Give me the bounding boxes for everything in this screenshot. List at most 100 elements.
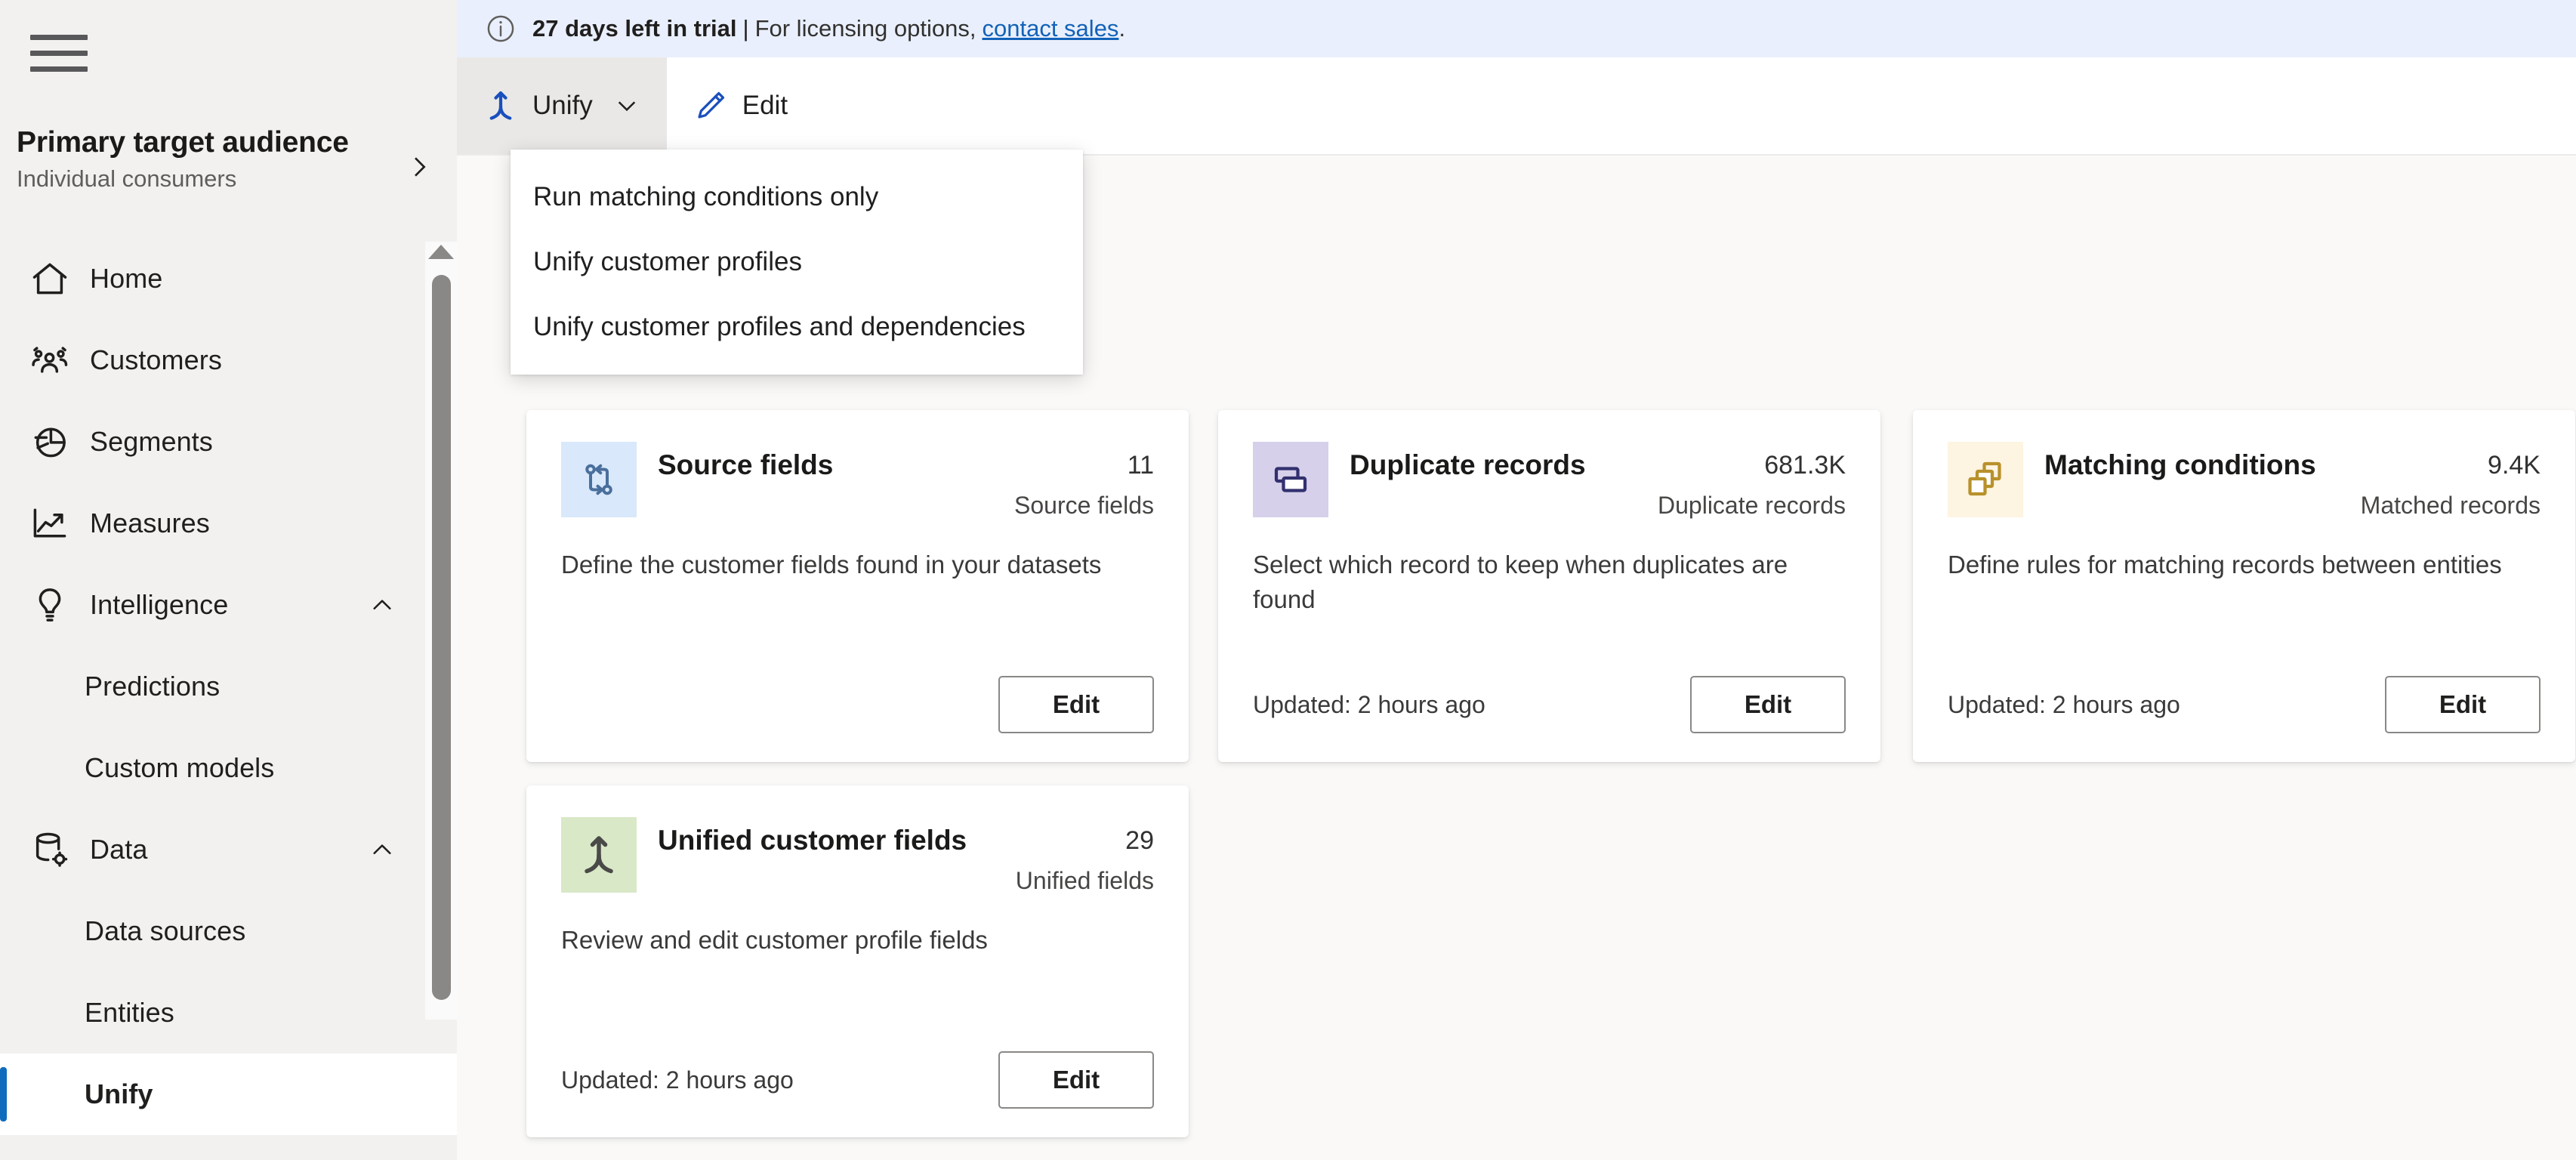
card-description: Define rules for matching records betwee… [1948,551,2502,578]
sidebar-item-entities[interactable]: Entities [0,972,457,1054]
card-header: Duplicate records 681.3K Duplicate records [1253,442,1846,525]
card-header: Source fields 11 Source fields [561,442,1154,525]
pie-chart-icon [26,418,73,465]
sidebar-item-label: Home [90,263,163,294]
people-icon [26,337,73,384]
card-description: Define the customer fields found in your… [561,551,1102,578]
lightbulb-icon [26,582,73,628]
card-metric: 11 Source fields [1014,442,1154,525]
card-metric-label: Matched records [2360,492,2541,519]
card-description: Select which record to keep when duplica… [1253,551,1788,613]
edit-button[interactable]: Edit [667,57,813,154]
pencil-edit-icon [693,88,729,124]
sidebar-item-label: Predictions [85,671,221,702]
card-edit-button[interactable]: Edit [998,1051,1154,1109]
card-edit-button[interactable]: Edit [2385,676,2541,733]
card-updated-text: Updated: 2 hours ago [1253,690,1485,718]
card-updated-text: Updated: 2 hours ago [1948,690,2180,718]
branch-fields-icon [561,442,637,517]
sidebar-item-segments[interactable]: Segments [0,401,457,483]
duplicate-windows-icon [1253,442,1328,517]
card-unified-customer-fields[interactable]: Unified customer fields 29 Unified fields R… [526,785,1189,1137]
card-metric-label: Unified fields [1015,867,1154,894]
sidebar-item-unify[interactable]: Unify [0,1054,457,1135]
sidebar-item-intelligence[interactable]: Intelligence [0,564,457,646]
card-source-fields[interactable]: Source fields 11 Source fields Define the c… [526,410,1189,762]
card-title: Duplicate records [1350,449,1586,480]
card-description: Review and edit customer profile fields [561,926,988,954]
dropdown-item-2[interactable]: Unify customer profiles [511,230,1083,295]
sidebar-item-measures[interactable]: Measures [0,483,457,564]
card-header: Unified customer fields 29 Unified fields [561,817,1154,900]
dropdown-item-3[interactable]: Unify customer profiles and dependencies [511,295,1083,359]
sidebar-item-label: Data sources [85,915,246,946]
sidebar-item-data[interactable]: Data [0,809,457,890]
info-circle-icon [484,12,517,45]
sidebar-item-label: Segments [90,426,213,457]
unify-dropdown-menu: Run matching conditions only Unify custom… [511,150,1083,375]
card-title: Matching conditions [2044,449,2316,480]
card-footer: Updated: 2 hours ago Edit [1948,676,2541,733]
hamburger-menu-icon[interactable] [30,30,89,76]
unify-merge-icon [483,88,519,124]
card-updated-text: Updated: 2 hours ago [561,1066,794,1094]
sidebar: Primary target audience Individual consu… [0,0,457,1160]
sidebar-item-label: Intelligence [90,589,229,620]
card-matching-conditions[interactable]: Matching conditions 9.4K Matched records De… [1913,410,2575,762]
card-edit-button[interactable]: Edit [1690,676,1846,733]
card-metric: 29 Unified fields [1016,817,1154,900]
card-title: Source fields [658,449,834,480]
home-icon [26,255,73,302]
card-metric-label: Duplicate records [1658,492,1846,519]
chevron-up-icon[interactable] [368,835,396,864]
hamburger-bar [30,34,88,40]
sidebar-item-home[interactable]: Home [0,238,457,319]
sidebar-item-label: Entities [85,997,174,1028]
unify-button-label: Unify [532,91,593,120]
card-metric-value: 11 [1127,451,1154,480]
sidebar-item-customers[interactable]: Customers [0,319,457,401]
banner-message: For licensing options, [754,15,976,42]
sidebar-item-label: Data [90,834,148,865]
card-footer: Updated: 2 hours ago Edit [1253,676,1846,733]
dropdown-item-1[interactable]: Run matching conditions only [511,165,1083,230]
card-edit-button[interactable]: Edit [998,676,1154,733]
sidebar-scrollbar[interactable] [425,242,457,1020]
unify-merge-icon [561,817,637,893]
card-footer: Edit [561,676,1154,733]
app-root: Primary target audience Individual consu… [0,0,2576,1160]
audience-title: Primary target audience [17,126,349,159]
card-footer: Updated: 2 hours ago Edit [561,1051,1154,1109]
audience-subtitle: Individual consumers [17,165,237,192]
chevron-up-icon[interactable] [368,591,396,619]
scroll-up-arrow-icon[interactable] [428,245,454,259]
card-metric-label: Source fields [1014,492,1154,519]
card-metric: 681.3K Duplicate records [1658,442,1846,525]
chevron-down-icon [612,91,641,120]
edit-button-label: Edit [742,91,788,120]
sidebar-item-label: Custom models [85,752,275,783]
scrollbar-thumb[interactable] [432,275,451,1000]
banner-separator: | [742,15,749,42]
hamburger-bar [30,66,88,72]
sidebar-item-label: Customers [90,344,222,375]
database-gear-icon [26,826,73,873]
card-metric-value: 681.3K [1764,451,1846,480]
sidebar-item-label: Unify [85,1078,153,1109]
line-chart-icon [26,500,73,547]
sidebar-item-data-sources[interactable]: Data sources [0,890,457,972]
trial-banner: 27 days left in trial | For licensing op… [457,0,2576,57]
sidebar-nav: Home Customers Segments Measures Intelligenc… [0,238,457,1135]
unify-button[interactable]: Unify [457,57,667,154]
trial-days-text: 27 days left in trial [532,15,737,42]
contact-sales-link[interactable]: contact sales [983,15,1119,42]
command-toolbar: Unify Edit [457,57,2576,156]
sidebar-item-custom-models[interactable]: Custom models [0,727,457,809]
chevron-right-icon [404,152,434,182]
sidebar-item-predictions[interactable]: Predictions [0,646,457,727]
banner-period: . [1118,15,1126,42]
overlapping-squares-icon [1948,442,2023,517]
card-metric-value: 9.4K [2488,451,2541,480]
card-duplicate-records[interactable]: Duplicate records 681.3K Duplicate records… [1218,410,1880,762]
primary-target-audience-selector[interactable]: Primary target audience Individual consu… [0,125,457,215]
